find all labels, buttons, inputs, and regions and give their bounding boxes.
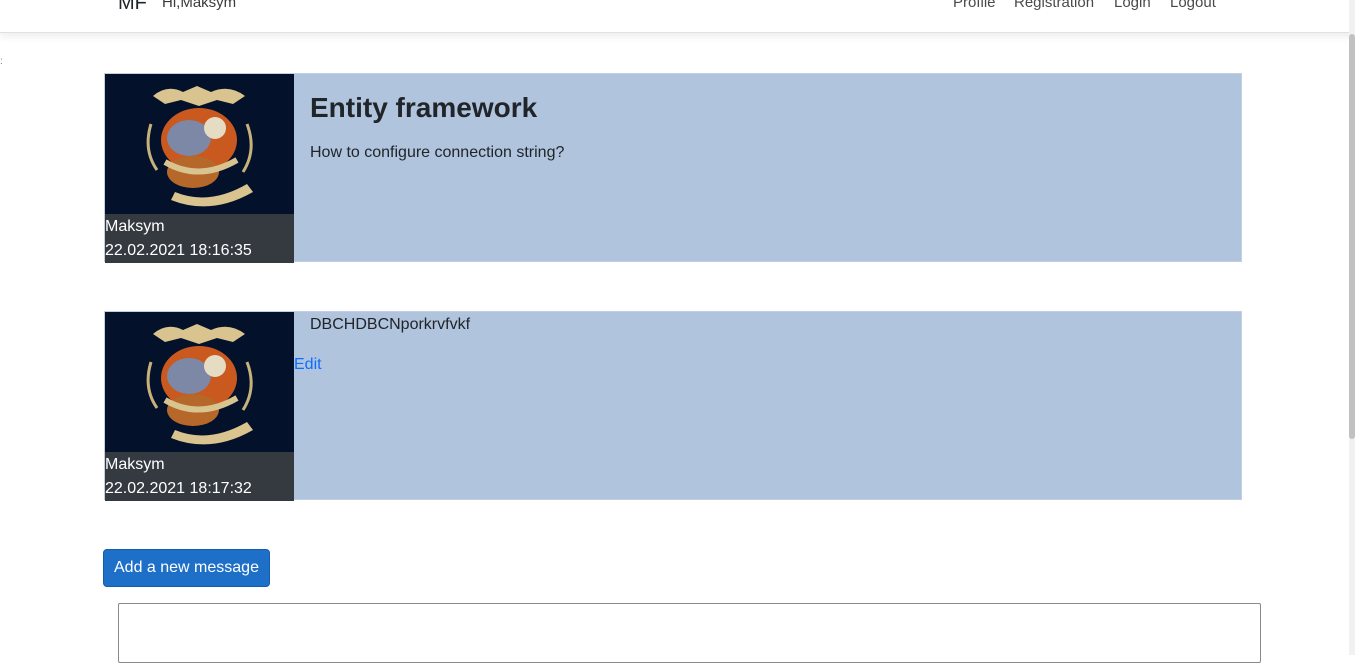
message-author: Maksym: [105, 218, 165, 235]
edit-message-link[interactable]: Edit: [294, 356, 322, 374]
message-card: Maksym 22.02.2021 18:17:32 DBCHDBCNporkr…: [104, 311, 1242, 501]
skull-crest-emblem-icon: [105, 312, 294, 452]
message-card: Maksym 22.02.2021 18:16:35 Entity framew…: [104, 73, 1242, 263]
message-body: How to configure connection string?: [310, 144, 565, 161]
message-author-panel: Maksym 22.02.2021 18:16:35: [105, 74, 294, 263]
message-body: DBCHDBCNporkrvfvkf: [310, 316, 471, 333]
message-timestamp: 22.02.2021 18:17:32: [105, 480, 252, 497]
brand-logo[interactable]: MF: [118, 0, 147, 15]
edge-marker: :: [0, 56, 3, 67]
scrollbar-thumb[interactable]: [1349, 34, 1355, 439]
nav-link-registration[interactable]: Registration: [1014, 0, 1094, 11]
message-author-panel: Maksym 22.02.2021 18:17:32: [105, 312, 294, 501]
nav-link-profile[interactable]: Profile: [953, 0, 996, 11]
message-author: Maksym: [105, 456, 165, 473]
page-scrollbar[interactable]: [1349, 0, 1355, 655]
message-timestamp: 22.02.2021 18:16:35: [105, 242, 252, 259]
top-navbar: MF Hi,Maksym Profile Registration Login …: [0, 0, 1355, 33]
nav-link-login[interactable]: Login: [1114, 0, 1151, 11]
add-message-button[interactable]: Add a new message: [103, 549, 270, 587]
skull-crest-emblem-icon: [105, 74, 294, 214]
new-message-textarea[interactable]: [118, 603, 1261, 663]
nav-link-logout[interactable]: Logout: [1170, 0, 1216, 11]
user-greeting: Hi,Maksym: [162, 0, 237, 11]
message-title: Entity framework: [310, 92, 538, 123]
